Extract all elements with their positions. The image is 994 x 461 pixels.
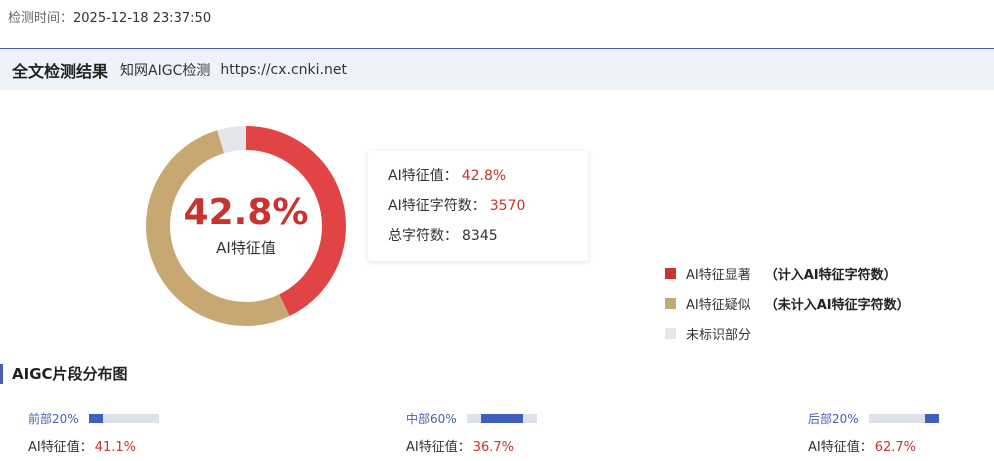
legend-item-significant: AI特征显著 （计入AI特征字符数） [665, 258, 910, 288]
legend-note: （计入AI特征字符数） [764, 267, 897, 283]
segment-value-label: AI特征值： [406, 440, 471, 455]
segment-value-label: AI特征值： [28, 440, 93, 455]
segment-value: 41.1% [94, 440, 137, 455]
legend-swatch [665, 297, 676, 309]
legend-swatch [665, 267, 676, 279]
result-header: 全文检测结果 知网AIGC检测 https://cx.cnki.net [0, 48, 994, 90]
segment-bar-fill [924, 413, 939, 423]
legend-item-unmarked: 未标识部分 [665, 318, 910, 348]
segment-bar [868, 413, 939, 423]
detection-time-value: 2025-12-18 23:37:50 [73, 11, 212, 26]
legend-label: AI特征显著 [686, 267, 751, 283]
segment-value: 36.7% [472, 440, 515, 455]
stat-total-chars-number: 8345 [462, 228, 498, 244]
donut-caption: AI特征值 [216, 238, 276, 257]
legend-label: 未标识部分 [686, 327, 752, 343]
segment-value-label: AI特征值： [808, 440, 873, 455]
service-url[interactable]: https://cx.cnki.net [220, 62, 347, 78]
segment-bar [88, 413, 159, 423]
stats-card: AI特征值： 42.8% AI特征字符数： 3570 总字符数： 8345 [368, 151, 588, 261]
detection-time-label: 检测时间： [8, 11, 74, 26]
stat-ai-chars-label: AI特征字符数： [388, 198, 486, 214]
section-title: AIGC片段分布图 [0, 364, 128, 384]
stat-ai-value-label: AI特征值： [388, 168, 458, 184]
segment-label: 中部60% [406, 411, 457, 426]
detection-time: 检测时间：2025-12-18 23:37:50 [8, 7, 211, 26]
legend-swatch [665, 327, 676, 339]
chart-legend: AI特征显著 （计入AI特征字符数） AI特征疑似 （未计入AI特征字符数） 未… [665, 258, 910, 348]
stat-ai-chars: AI特征字符数： 3570 [388, 198, 588, 228]
legend-note: （未计入AI特征字符数） [764, 297, 910, 313]
segment-front: 前部20% AI特征值： 41.1% [28, 410, 159, 455]
stat-ai-value-number: 42.8% [461, 168, 507, 184]
donut-percent: 42.8% [183, 191, 309, 233]
segment-back: 后部20% AI特征值： 62.7% [808, 410, 939, 455]
detection-service-name: 知网AIGC检测 [120, 62, 211, 79]
segment-value: 62.7% [874, 440, 917, 455]
donut-center: 42.8% AI特征值 [146, 126, 346, 326]
stat-ai-chars-number: 3570 [489, 198, 526, 214]
segment-bar [466, 413, 537, 423]
segment-label: 前部20% [28, 411, 79, 426]
page-title: 全文检测结果 [12, 61, 109, 81]
segment-label: 后部20% [808, 411, 859, 426]
legend-label: AI特征疑似 [686, 297, 751, 313]
stat-total-chars-label: 总字符数： [388, 228, 458, 244]
segment-bar-fill [88, 413, 103, 423]
stat-total-chars: 总字符数： 8345 [388, 228, 588, 258]
segment-middle: 中部60% AI特征值： 36.7% [406, 410, 537, 455]
legend-item-suspected: AI特征疑似 （未计入AI特征字符数） [665, 288, 910, 318]
stat-ai-value: AI特征值： 42.8% [388, 168, 588, 198]
segment-bar-fill [480, 413, 523, 423]
